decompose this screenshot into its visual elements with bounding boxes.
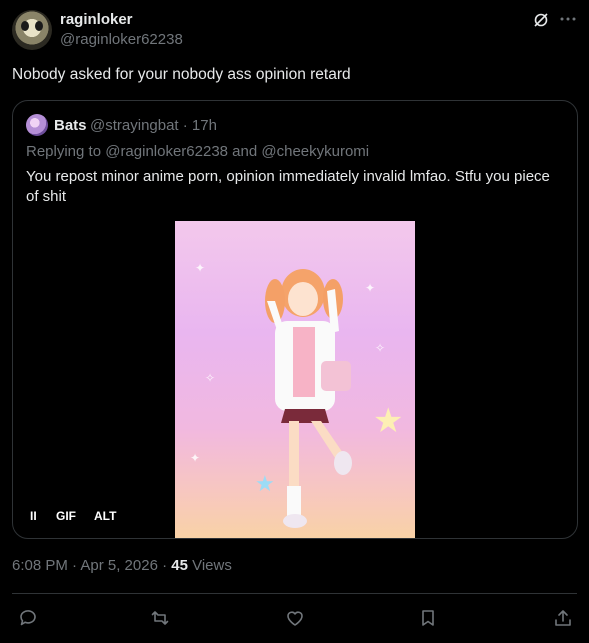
quoted-media-gif[interactable]: ✦ ✦ ✧ ✧ ✦ ★ ★ [175,221,415,538]
tweet-meta: 6:08 PM · Apr 5, 2026 · 45 Views [12,557,232,574]
share-icon[interactable] [553,608,573,628]
tweet-header: raginloker @raginloker62238 [12,10,577,52]
repost-icon[interactable] [150,608,170,628]
quoted-replying-to: Replying to @raginloker62238 and @cheeky… [26,143,370,160]
gif-badge: GIF [56,509,76,523]
bookmark-icon[interactable] [418,608,438,628]
sparkle-decoration: ✦ [190,451,201,465]
sparkle-decoration: ✦ [195,261,206,275]
action-bar [12,600,577,636]
reply-icon[interactable] [18,608,38,628]
grok-icon[interactable] [533,12,549,28]
pause-button[interactable]: II [30,509,37,523]
tweet-text: Nobody asked for your nobody ass opinion… [12,66,351,83]
quoted-author-name[interactable]: Bats [54,117,87,134]
like-icon[interactable] [285,608,305,628]
timestamp[interactable]: 6:08 PM · Apr 5, 2026 · [12,557,171,574]
quoted-author-avatar[interactable] [26,114,48,136]
author-handle[interactable]: @raginloker62238 [60,31,183,48]
author-avatar[interactable] [12,10,52,50]
anime-character-image [265,269,352,528]
quoted-tweet-text: You repost minor anime porn, opinion imm… [26,168,550,205]
star-decoration: ★ [373,402,404,440]
sparkle-decoration: ✦ [365,281,376,295]
more-icon[interactable] [559,10,577,28]
author-display-name[interactable]: raginloker [60,11,133,28]
views-count: 45 [171,557,188,574]
quoted-author-handle-time[interactable]: @strayingbat · 17h [90,117,217,134]
sparkle-decoration: ✧ [375,341,386,355]
views-label: Views [187,557,232,574]
sparkle-decoration: ✧ [205,371,216,385]
alt-text-button[interactable]: ALT [94,509,116,523]
quoted-tweet[interactable]: Bats @strayingbat · 17h Replying to @rag… [12,100,578,539]
divider [12,593,577,594]
